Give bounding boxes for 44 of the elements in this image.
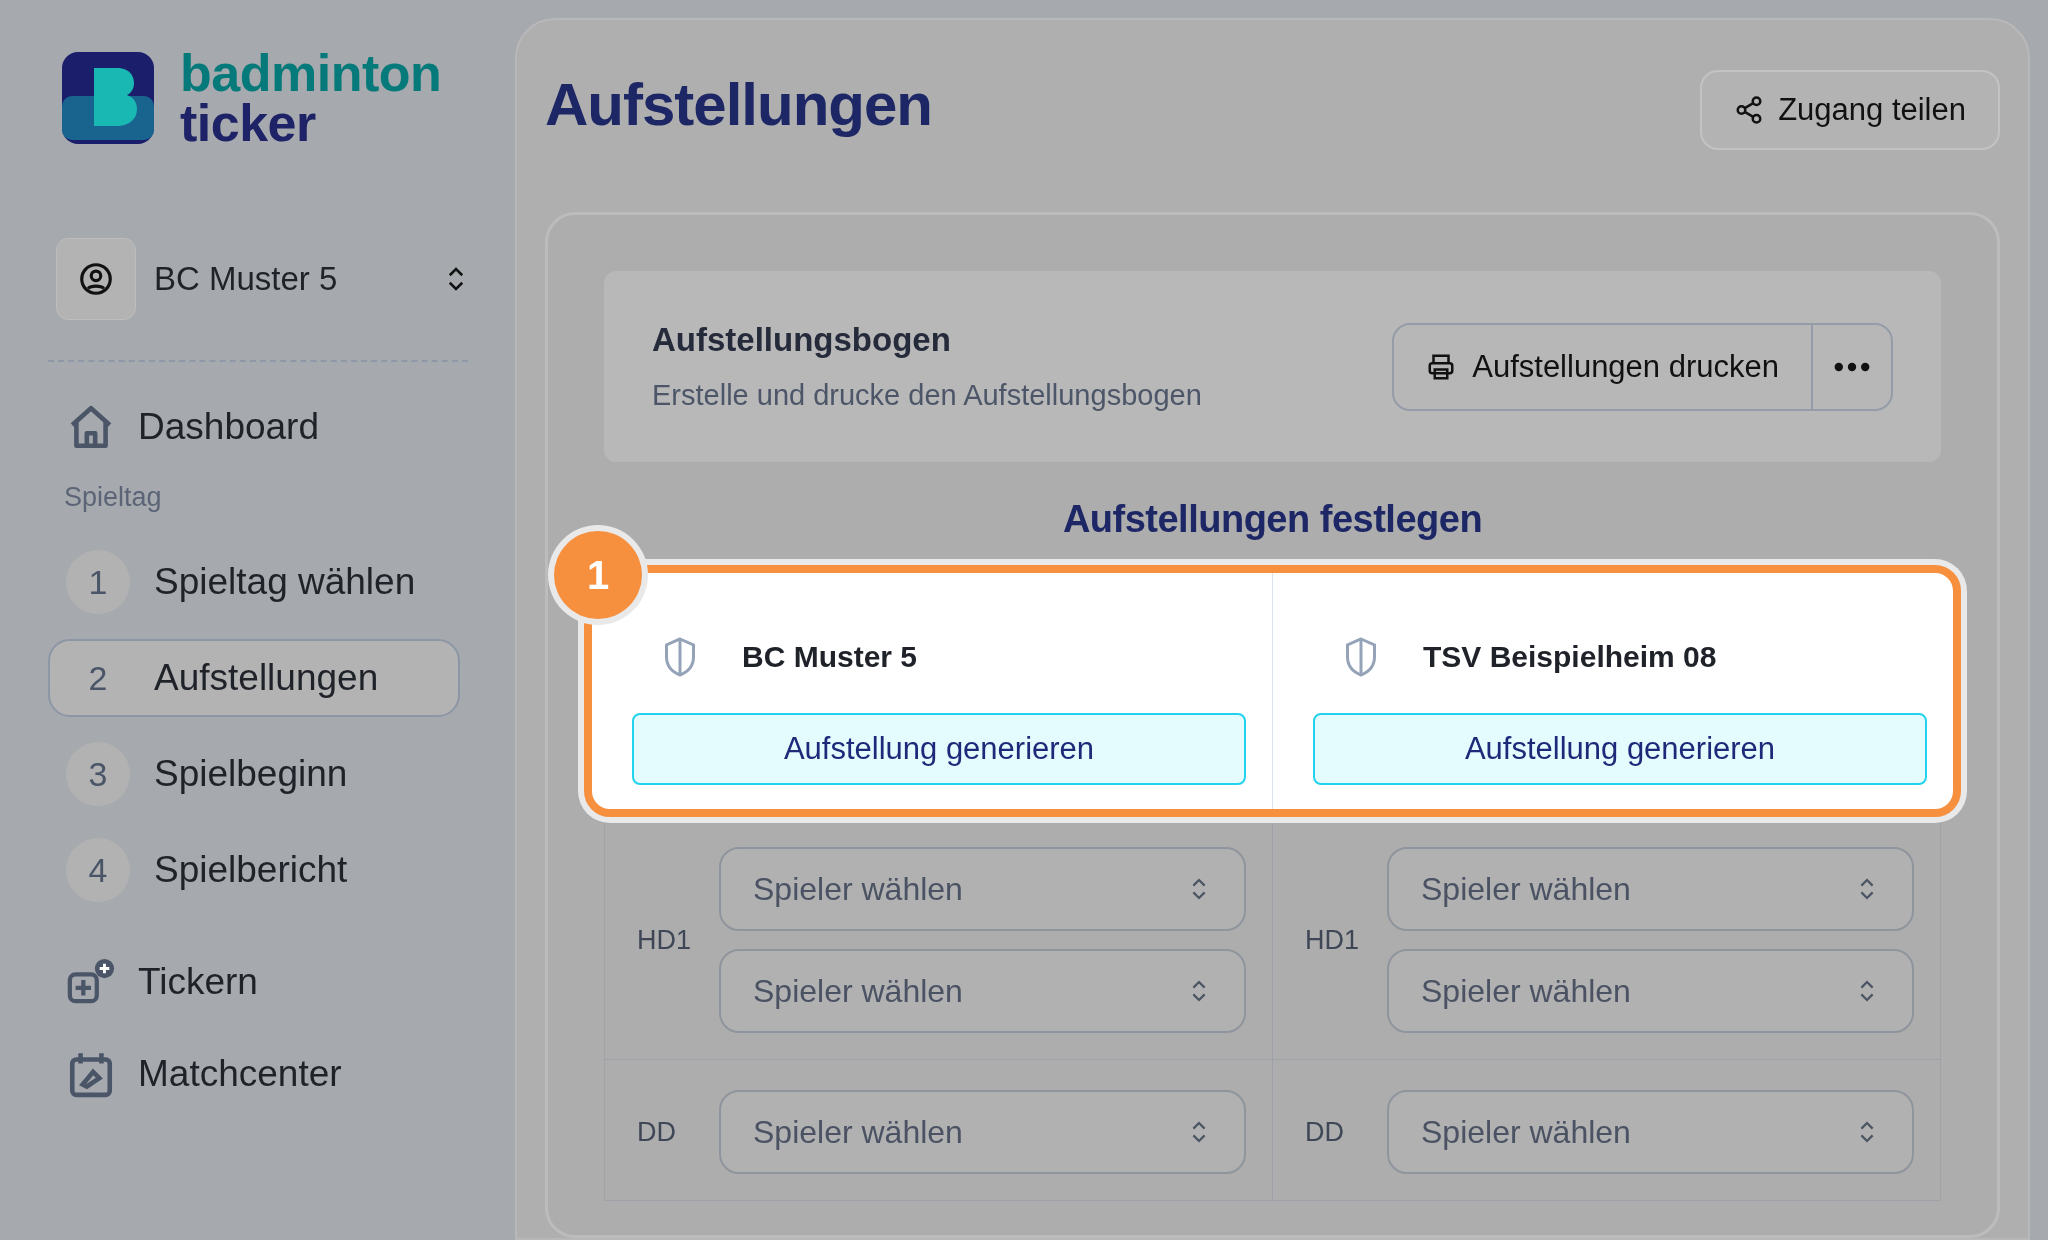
user-icon: [56, 238, 136, 320]
player-select[interactable]: Spieler wählen: [1387, 949, 1914, 1033]
step-number: 4: [66, 838, 130, 902]
share-button[interactable]: Zugang teilen: [1700, 70, 2000, 150]
step-item[interactable]: 3 Spielbeginn: [48, 735, 460, 813]
player-select[interactable]: Spieler wählen: [719, 1090, 1246, 1174]
brand-name: badminton: [180, 48, 442, 98]
player-select[interactable]: Spieler wählen: [1387, 847, 1914, 931]
step-label: Spielbericht: [154, 849, 348, 891]
generate-button[interactable]: Aufstellung generieren: [632, 713, 1246, 785]
print-button[interactable]: Aufstellungen drucken: [1394, 324, 1811, 409]
sheet-title: Aufstellungsbogen: [652, 321, 952, 359]
step-label: Spielbeginn: [154, 753, 348, 795]
section-heading: Aufstellungen festlegen: [1061, 498, 1484, 541]
team-name: BC Muster 5: [742, 640, 918, 674]
player-select[interactable]: Spieler wählen: [1387, 1090, 1914, 1174]
more-icon: [1834, 361, 1870, 372]
generate-button[interactable]: Aufstellung generieren: [1313, 713, 1927, 785]
nav-link[interactable]: Matchcenter: [138, 1053, 342, 1095]
step-item[interactable]: 2 Aufstellungen: [48, 639, 460, 717]
step-label: Aufstellungen: [154, 657, 379, 699]
shield-icon: [662, 636, 698, 678]
logo-icon: [60, 50, 156, 146]
shield-icon: [1343, 636, 1379, 678]
team-switcher[interactable]: BC Muster 5: [154, 260, 446, 298]
brand-name: ticker: [180, 98, 317, 148]
step-item[interactable]: 4 Spielbericht: [48, 831, 460, 909]
match-label: DD: [1305, 1116, 1345, 1148]
match-label: HD1: [637, 924, 692, 956]
player-select[interactable]: Spieler wählen: [719, 847, 1246, 931]
step-item[interactable]: 1 Spieltag wählen: [48, 543, 460, 621]
team-name: TSV Beispielheim 08: [1423, 640, 1717, 674]
section-label: Spieltag: [64, 482, 163, 513]
step-label: Spieltag wählen: [154, 561, 416, 603]
sheet-description: Erstelle und drucke den Aufstellungsbogen: [652, 379, 1202, 412]
page-title: Aufstellungen: [545, 70, 932, 139]
player-select[interactable]: Spieler wählen: [719, 949, 1246, 1033]
step-number: 1: [66, 550, 130, 614]
nav-link[interactable]: Tickern: [138, 961, 258, 1003]
nav-link[interactable]: Dashboard: [138, 406, 319, 448]
step-number: 2: [87, 657, 109, 699]
match-label: DD: [637, 1116, 677, 1148]
match-label: HD1: [1305, 924, 1360, 956]
step-number: 3: [66, 742, 130, 806]
